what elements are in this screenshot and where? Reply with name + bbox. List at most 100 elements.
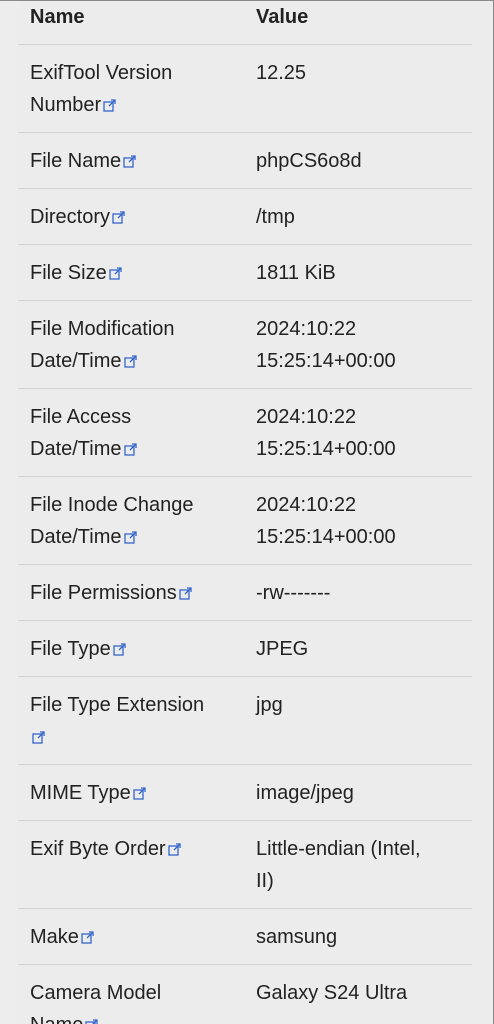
external-link-icon[interactable] — [81, 931, 94, 944]
tag-value-text: Little-endian (Intel, — [256, 838, 421, 860]
tag-value-cell: /tmp — [244, 188, 472, 245]
external-link-icon[interactable] — [123, 355, 137, 368]
tag-name-text: MIME Type — [30, 782, 131, 804]
tag-name-text: File Type Extension — [30, 694, 205, 716]
external-link-icon[interactable] — [85, 1019, 99, 1024]
tag-name-text: File Permissions — [30, 582, 177, 604]
tag-name-text: File Type — [30, 638, 111, 660]
tag-name-text: Camera Model — [30, 982, 162, 1004]
external-link-icon[interactable] — [123, 155, 136, 168]
tag-name-text: Name — [30, 1014, 83, 1024]
tag-value-cell: Galaxy S24 Ultra — [244, 964, 472, 1024]
tag-value-text: 12.25 — [256, 62, 307, 84]
table-row: File Modification Date/Time 2024:10:22 15:2… — [18, 300, 472, 389]
tag-value-text: -rw------- — [256, 582, 331, 604]
tag-name-text: ExifTool Version — [30, 62, 173, 84]
tag-name-cell: File Size — [18, 244, 244, 301]
exif-page: Name Value ExifTool Version Number 12.25 Fi… — [0, 0, 494, 1024]
tag-name-text: Directory — [30, 206, 111, 228]
tag-name-cell: Directory — [18, 188, 244, 245]
tag-name-cell: MIME Type — [18, 764, 244, 821]
tag-value-text: samsung — [256, 926, 338, 948]
tag-name-cell: File Permissions — [18, 564, 244, 621]
table-row: File Inode Change Date/Time 2024:10:22 15:2… — [18, 476, 472, 565]
tag-value-cell: 1811 KiB — [244, 244, 472, 301]
tag-value-cell: 2024:10:22 15:25:14+00:00 — [244, 300, 472, 389]
column-header-value: Value — [244, 0, 472, 45]
tag-name-text: Date/Time — [30, 438, 122, 460]
tag-value-cell: image/jpeg — [244, 764, 472, 821]
tag-name-text: File Inode Change — [30, 494, 194, 516]
tag-value-text: II) — [256, 870, 274, 892]
left-margin — [0, 0, 18, 1024]
external-link-icon[interactable] — [103, 99, 116, 112]
external-link-icon[interactable] — [123, 531, 137, 544]
table-header-row: Name Value — [18, 0, 472, 45]
tag-value-cell: phpCS6o8d — [244, 132, 472, 189]
tag-value-text: image/jpeg — [256, 782, 354, 804]
tag-value-cell: 2024:10:22 15:25:14+00:00 — [244, 476, 472, 565]
tag-name-cell: File Inode Change Date/Time — [18, 476, 244, 565]
tag-value-text: 2024:10:22 — [256, 406, 357, 428]
tag-name-cell: File Name — [18, 132, 244, 189]
tag-name-cell: File Type — [18, 620, 244, 677]
tag-name-cell: Make — [18, 908, 244, 965]
tag-name-text: Number — [30, 94, 102, 116]
tag-name-cell: ExifTool Version Number — [18, 44, 244, 133]
table-body: ExifTool Version Number 12.25 File Name phpC… — [18, 44, 472, 1024]
external-link-icon[interactable] — [113, 643, 126, 656]
tag-name-cell: Exif Byte Order — [18, 820, 244, 909]
tag-value-cell: 2024:10:22 15:25:14+00:00 — [244, 388, 472, 477]
tag-name-text: File Name — [30, 150, 122, 172]
table-row: File Access Date/Time 2024:10:22 15:25:14+0… — [18, 388, 472, 477]
tag-value-text: 1811 KiB — [256, 262, 336, 284]
external-link-icon[interactable] — [112, 211, 125, 224]
tag-value-text: 2024:10:22 — [256, 494, 357, 516]
table-row: File Name phpCS6o8d — [18, 132, 472, 189]
external-link-icon[interactable] — [123, 443, 137, 456]
tag-value-text: 15:25:14+00:00 — [256, 526, 396, 548]
table-row: File Size 1811 KiB — [18, 244, 472, 301]
tag-value-text: phpCS6o8d — [256, 150, 362, 172]
tag-value-cell: JPEG — [244, 620, 472, 677]
tag-name-text: Date/Time — [30, 526, 122, 548]
table-row: File Permissions -rw------- — [18, 564, 472, 621]
tag-value-text: jpg — [256, 694, 283, 716]
tag-name-text: Make — [30, 926, 79, 948]
table-row: ExifTool Version Number 12.25 — [18, 44, 472, 133]
tag-name-cell: File Modification Date/Time — [18, 300, 244, 389]
tag-value-text: 15:25:14+00:00 — [256, 350, 396, 372]
external-link-icon[interactable] — [179, 587, 192, 600]
tag-value-text: 2024:10:22 — [256, 318, 357, 340]
tag-value-cell: -rw------- — [244, 564, 472, 621]
tag-name-cell: File Type Extension — [18, 676, 244, 765]
tag-value-cell: Little-endian (Intel, II) — [244, 820, 472, 909]
table-row: Exif Byte Order Little-endian (Intel, II) — [18, 820, 472, 909]
tag-value-cell: jpg — [244, 676, 472, 765]
tag-value-text: /tmp — [256, 206, 295, 228]
tag-name-text: File Size — [30, 262, 107, 284]
external-link-icon[interactable] — [133, 787, 146, 800]
table-row: Make samsung — [18, 908, 472, 965]
frame-top-border — [0, 0, 494, 1]
table-row: File Type Extension jpg — [18, 676, 472, 765]
external-link-icon[interactable] — [167, 843, 181, 856]
table-row: Camera Model Name Galaxy S24 Ultra — [18, 964, 472, 1024]
tag-value-cell: 12.25 — [244, 44, 472, 133]
tag-name-cell: File Access Date/Time — [18, 388, 244, 477]
tag-value-cell: samsung — [244, 908, 472, 965]
tag-name-text: Date/Time — [30, 350, 122, 372]
external-link-icon[interactable] — [109, 267, 122, 280]
tag-name-cell: Camera Model Name — [18, 964, 244, 1024]
tag-name-text: File Access — [30, 406, 132, 428]
table-row: File Type JPEG — [18, 620, 472, 677]
external-link-icon[interactable] — [32, 731, 45, 744]
tag-value-text: JPEG — [256, 638, 309, 660]
tag-name-text: Exif Byte Order — [30, 838, 166, 860]
tag-name-text: File Modification — [30, 318, 175, 340]
tag-value-text: Galaxy S24 Ultra — [256, 982, 408, 1004]
tag-value-text: 15:25:14+00:00 — [256, 438, 396, 460]
exif-table: Name Value ExifTool Version Number 12.25 Fi… — [18, 0, 472, 1024]
table-row: MIME Type image/jpeg — [18, 764, 472, 821]
table-row: Directory/tmp — [18, 188, 472, 245]
